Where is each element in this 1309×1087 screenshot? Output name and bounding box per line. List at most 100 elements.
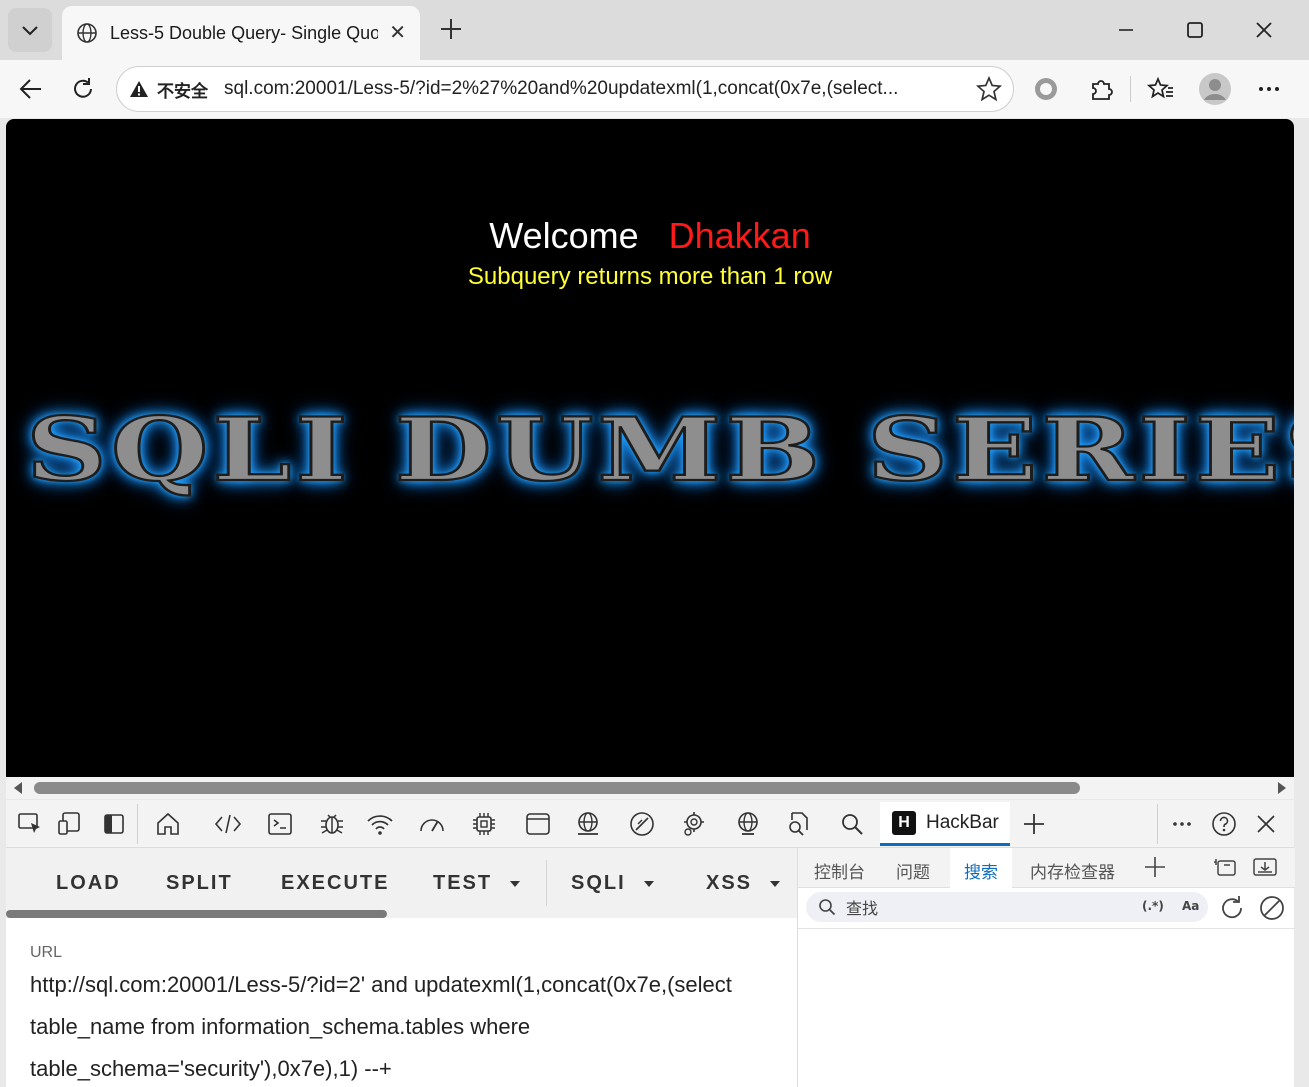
- hackbar-menu: LOAD SPLIT EXECUTE TEST SQLI XSS: [6, 848, 797, 918]
- more-tools-icon[interactable]: [1166, 808, 1198, 840]
- favorites-button[interactable]: [1142, 70, 1180, 108]
- dock-side-icon[interactable]: [98, 808, 130, 840]
- tab-title: Less-5 Double Query- Single Quotes: [110, 22, 378, 43]
- load-button[interactable]: LOAD: [56, 872, 121, 895]
- xss-dropdown[interactable]: XSS: [706, 872, 781, 895]
- device-emulation-icon[interactable]: [54, 808, 86, 840]
- refresh-search-icon[interactable]: [1218, 894, 1246, 922]
- search-placeholder: 查找: [846, 899, 879, 918]
- avatar-icon: [1199, 73, 1231, 105]
- application-window-icon[interactable]: [522, 808, 554, 840]
- regex-toggle[interactable]: (.*): [1142, 899, 1164, 913]
- sqli-dropdown[interactable]: SQLI: [571, 872, 654, 895]
- search-icon: [819, 899, 836, 916]
- address-url[interactable]: sql.com:20001/Less-5/?id=2%27%20and%20up…: [224, 78, 954, 100]
- hackbar-panel: LOAD SPLIT EXECUTE TEST SQLI XSS URL htt…: [6, 848, 797, 1087]
- user-name-text: Dhakkan: [668, 215, 811, 256]
- tab-issues[interactable]: 问题: [896, 858, 930, 883]
- search-icon[interactable]: [836, 808, 868, 840]
- bug-icon[interactable]: [316, 808, 348, 840]
- horizontal-scrollbar[interactable]: [6, 777, 1294, 799]
- tab-console[interactable]: 控制台: [814, 858, 865, 883]
- caret-down-icon: [510, 880, 521, 887]
- tab-hackbar[interactable]: H HackBar: [880, 802, 1010, 846]
- close-devtools-icon[interactable]: [1250, 808, 1282, 840]
- dock-drawer-icon[interactable]: [1252, 856, 1278, 878]
- new-tab-button[interactable]: [434, 12, 468, 46]
- inspect-element-icon[interactable]: [14, 808, 46, 840]
- more-horizontal-icon: [1259, 87, 1279, 91]
- hackbar-tab-label: HackBar: [926, 811, 999, 833]
- tab-actions-menu-button[interactable]: [8, 8, 52, 52]
- address-bar[interactable]: 不安全 sql.com:20001/Less-5/?id=2%27%20and%…: [116, 66, 1014, 112]
- navigation-bar: 不安全 sql.com:20001/Less-5/?id=2%27%20and%…: [0, 60, 1309, 118]
- url-textarea[interactable]: http://sql.com:20001/Less-5/?id=2' and u…: [30, 964, 770, 1087]
- security-label[interactable]: 不安全: [157, 77, 208, 102]
- welcome-text: Welcome: [489, 215, 639, 256]
- favorite-star-icon[interactable]: [975, 75, 1003, 103]
- security-globe-icon[interactable]: [572, 808, 604, 840]
- scrollbar-thumb[interactable]: [34, 782, 1080, 794]
- hackbar-logo-icon: H: [892, 810, 916, 835]
- document-search-icon[interactable]: [782, 808, 814, 840]
- console-icon[interactable]: [264, 808, 296, 840]
- elements-code-icon[interactable]: [212, 808, 244, 840]
- undock-drawer-icon[interactable]: [1212, 856, 1238, 878]
- plus-icon: [441, 19, 461, 39]
- scroll-right-arrow-icon[interactable]: [1278, 782, 1286, 794]
- close-window-button[interactable]: [1244, 12, 1284, 48]
- sqli-dumb-series-banner: SQLI DUMB SERIES: [25, 398, 1294, 503]
- network-console-icon[interactable]: [732, 808, 764, 840]
- drawer-tabs: 控制台 问题 搜索 内存检查器: [798, 848, 1295, 888]
- settings-gear-search-icon[interactable]: [678, 808, 710, 840]
- split-button[interactable]: SPLIT: [166, 872, 233, 895]
- back-button[interactable]: [12, 70, 50, 108]
- scroll-left-arrow-icon[interactable]: [14, 782, 22, 794]
- extension-button[interactable]: [1027, 70, 1065, 108]
- menu-scrollbar-thumb[interactable]: [6, 910, 387, 918]
- devtools-toolbar: H HackBar: [6, 800, 1294, 848]
- refresh-icon: [74, 78, 92, 98]
- test-dropdown[interactable]: TEST: [433, 872, 521, 895]
- execute-button[interactable]: EXECUTE: [281, 872, 389, 895]
- maximize-button[interactable]: [1175, 12, 1215, 48]
- clear-search-icon[interactable]: [1258, 894, 1286, 922]
- tab-close-icon[interactable]: ✕: [389, 20, 406, 44]
- search-field[interactable]: 查找 (.*) Aa: [806, 892, 1208, 922]
- minimize-icon: [1119, 29, 1133, 31]
- add-tool-plus-icon[interactable]: [1018, 808, 1050, 840]
- help-icon[interactable]: [1208, 808, 1240, 840]
- no-throttle-icon[interactable]: [626, 808, 658, 840]
- settings-more-button[interactable]: [1250, 70, 1288, 108]
- sql-error-message: Subquery returns more than 1 row: [467, 263, 833, 290]
- extensions-button[interactable]: [1082, 70, 1120, 108]
- globe-icon: [77, 23, 97, 43]
- performance-gauge-icon[interactable]: [416, 808, 448, 840]
- profile-avatar[interactable]: [1196, 70, 1234, 108]
- close-icon: [1256, 22, 1272, 38]
- puzzle-icon: [1092, 80, 1113, 100]
- chevron-down-icon: [22, 26, 38, 36]
- browser-tab-active[interactable]: Less-5 Double Query- Single Quotes ✕: [62, 6, 420, 60]
- arrow-left-icon: [19, 79, 41, 99]
- memory-chip-icon[interactable]: [468, 808, 500, 840]
- test-dropdown-label: TEST: [433, 872, 493, 894]
- add-drawer-tab-plus-icon[interactable]: [1144, 856, 1166, 878]
- menu-separator: [546, 860, 547, 906]
- record-icon: [1035, 78, 1057, 100]
- refresh-button[interactable]: [64, 70, 102, 108]
- title-bar: Less-5 Double Query- Single Quotes ✕: [0, 0, 1309, 60]
- page-viewport: Welcome Dhakkan Subquery returns more tha…: [6, 119, 1294, 777]
- tab-memory-inspector[interactable]: 内存检查器: [1030, 858, 1115, 883]
- minimize-button[interactable]: [1106, 12, 1146, 48]
- welcome-line: Welcome Dhakkan: [6, 215, 1294, 257]
- warning-icon[interactable]: [129, 79, 149, 99]
- toolbar-divider: [1130, 76, 1131, 102]
- match-case-toggle[interactable]: Aa: [1182, 899, 1199, 913]
- caret-down-icon: [770, 880, 781, 887]
- tab-search[interactable]: 搜索: [964, 858, 998, 883]
- drawer-panel: 控制台 问题 搜索 内存检查器 查找 (.*) Aa: [797, 848, 1295, 1087]
- welcome-home-icon[interactable]: [152, 808, 184, 840]
- network-wifi-icon[interactable]: [364, 808, 396, 840]
- url-field-label: URL: [30, 944, 63, 961]
